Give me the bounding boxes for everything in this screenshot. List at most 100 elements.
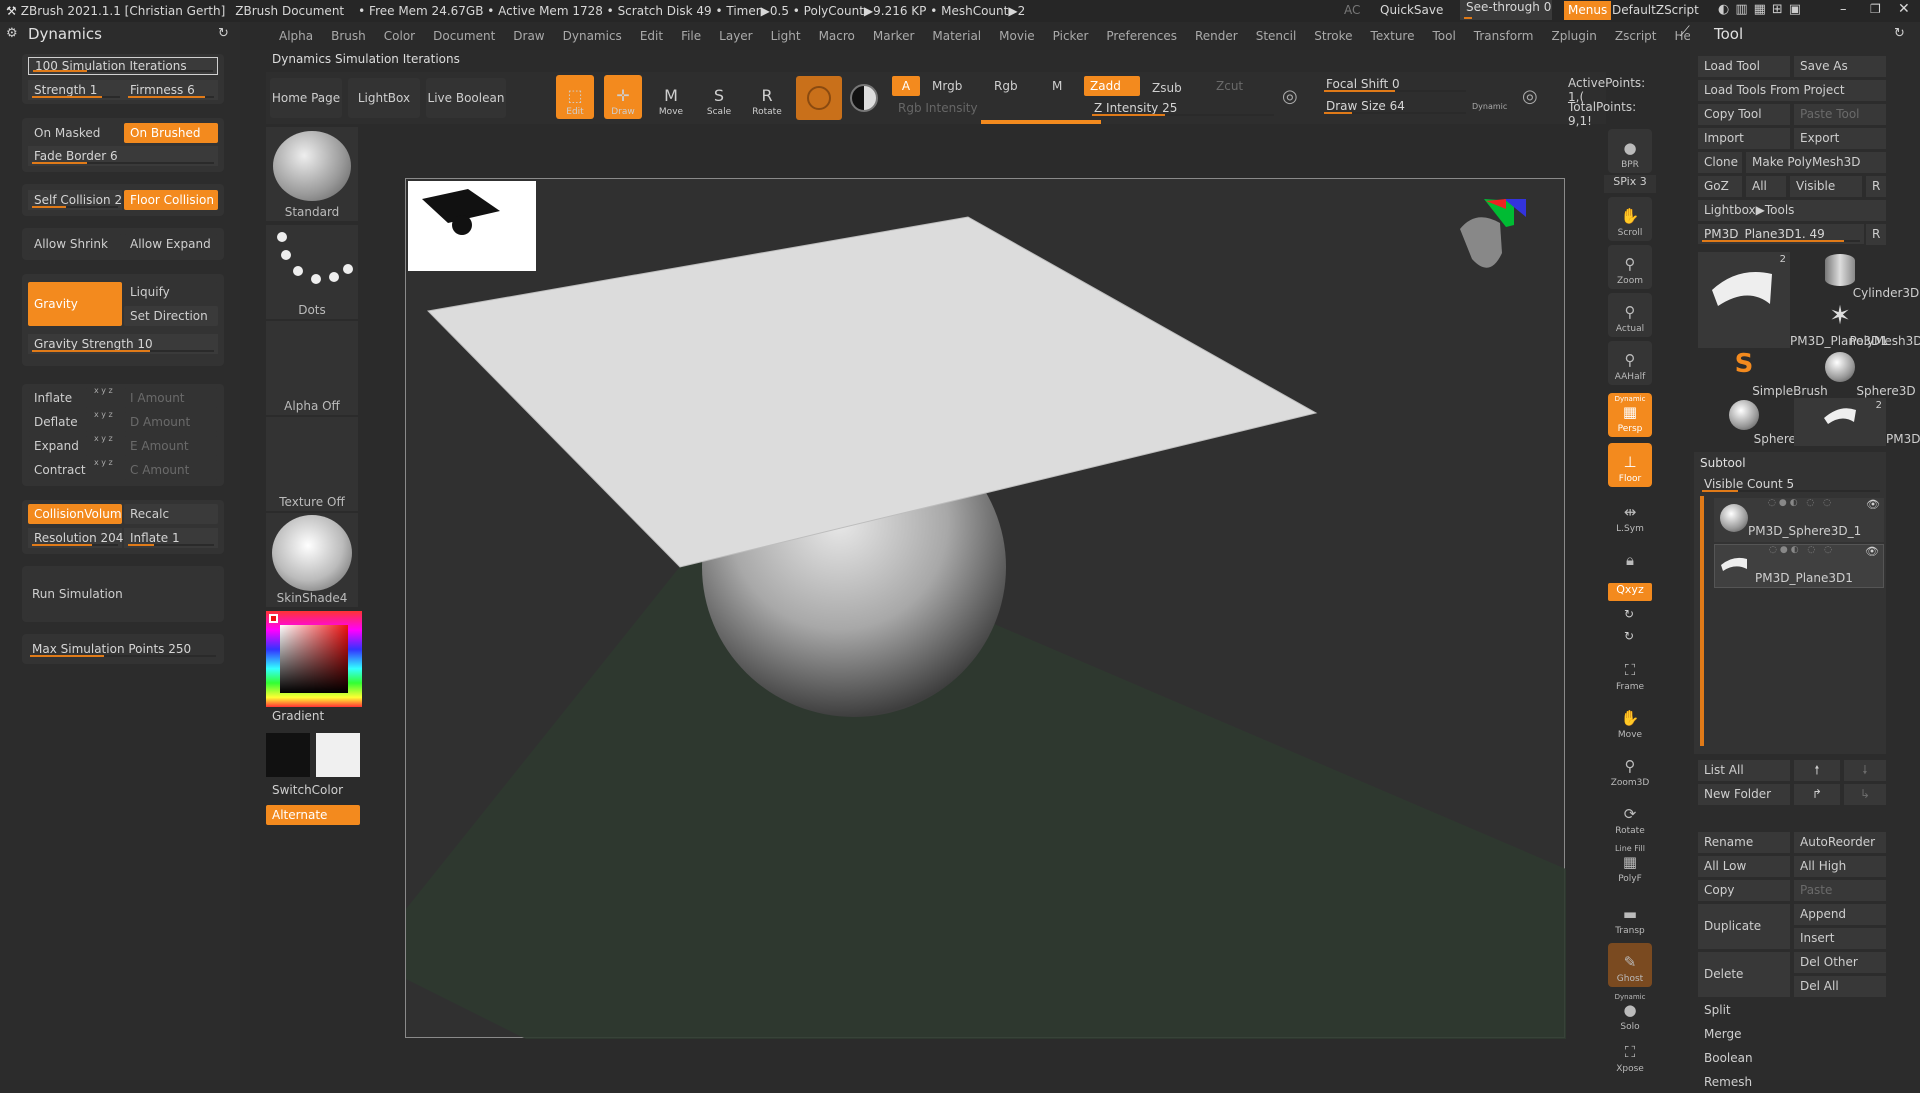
load-tools-from-project-button[interactable]: Load Tools From Project (1698, 80, 1886, 101)
floor-collision-button[interactable]: Floor Collision (124, 190, 218, 210)
lightbox-tools-button[interactable]: Lightbox▶Tools (1698, 200, 1886, 221)
boolean-section[interactable]: Boolean (1698, 1048, 1886, 1069)
visible-count-slider[interactable]: Visible Count 5 (1698, 474, 1884, 494)
load-tool-button[interactable]: Load Tool (1698, 56, 1790, 77)
zoom-button[interactable]: ⚲ Zoom (1608, 245, 1652, 289)
export-button[interactable]: Export (1794, 128, 1886, 149)
menu-document[interactable]: Document (424, 29, 504, 43)
refresh-icon[interactable]: ↻ (218, 26, 229, 41)
duplicate-button[interactable]: Duplicate (1698, 904, 1790, 949)
menu-draw[interactable]: Draw (504, 29, 553, 43)
ghost-button[interactable]: ✎ Ghost (1608, 943, 1652, 987)
switchcolor-button[interactable]: SwitchColor (272, 783, 343, 797)
allow-shrink-button[interactable]: Allow Shrink (28, 234, 122, 254)
menu-light[interactable]: Light (762, 29, 810, 43)
focal-shift-slider[interactable]: Focal Shift 0 (1320, 74, 1470, 94)
scale-mode-button[interactable]: S Scale (700, 75, 738, 119)
quicksave-button[interactable]: QuickSave (1380, 3, 1443, 17)
autoreorder-button[interactable]: AutoReorder (1794, 832, 1886, 853)
menu-layer[interactable]: Layer (710, 29, 761, 43)
floor-button[interactable]: ⊥ Floor (1608, 443, 1652, 487)
tool-refresh-icon[interactable]: ↻ (1894, 26, 1905, 41)
rotate-z-icon[interactable]: ↻ (1624, 629, 1634, 643)
rotate-view-button[interactable]: ⟳ Rotate (1608, 795, 1652, 839)
menu-preferences[interactable]: Preferences (1097, 29, 1186, 43)
brush-preview[interactable] (796, 76, 842, 120)
eye-icon[interactable]: 👁︎ (1866, 498, 1880, 511)
inflate-amount-slider[interactable]: Inflate 1 (124, 528, 218, 548)
live-boolean-button[interactable]: Live Boolean (426, 78, 506, 118)
default-zscript-button[interactable]: DefaultZScript (1612, 3, 1699, 17)
remesh-section[interactable]: Remesh (1698, 1072, 1886, 1093)
menu-stencil[interactable]: Stencil (1247, 29, 1306, 43)
e-amount-slider[interactable]: E Amount (124, 436, 218, 456)
redirect-down-icon[interactable]: ↳ (1844, 784, 1886, 805)
xpose-button[interactable]: ⛶ Xpose (1608, 1037, 1652, 1077)
transp-button[interactable]: ▬ Transp (1608, 895, 1652, 939)
menu-texture[interactable]: Texture (1362, 29, 1424, 43)
rename-button[interactable]: Rename (1698, 832, 1790, 853)
xyz-symmetry-button[interactable]: Qxyz (1608, 583, 1652, 601)
strength-slider[interactable]: Strength 1 (28, 80, 124, 100)
persp-button[interactable]: Dynamic ▦ Persp (1608, 393, 1652, 437)
menu-zscript[interactable]: Zscript (1606, 29, 1666, 43)
recalc-button[interactable]: Recalc (124, 504, 218, 524)
actual-button[interactable]: ⚲ Actual (1608, 293, 1652, 337)
lock-button[interactable]: 🔒︎ (1608, 539, 1652, 575)
liquify-button[interactable]: Liquify (124, 282, 218, 302)
tool-thumb-polymesh[interactable]: ✶ PolyMesh3D (1794, 302, 1920, 348)
gear-icon[interactable]: ⚙ (6, 26, 18, 41)
color-picker[interactable] (266, 611, 362, 707)
edit-mode-button[interactable]: ⬚ Edit (556, 75, 594, 119)
tool-thumb-simplebrush[interactable]: S SimpleBrush (1698, 350, 1828, 398)
contract-button[interactable]: Contract (28, 460, 88, 480)
fade-border-slider[interactable]: Fade Border 6 (28, 146, 218, 166)
dynamic-size-icon[interactable]: ◎ (1522, 86, 1538, 107)
copy-tool-button[interactable]: Copy Tool (1698, 104, 1790, 125)
polyf-button[interactable]: Line Fill ▦ PolyF (1608, 843, 1652, 887)
expand-button[interactable]: Expand (28, 436, 88, 456)
menu-tool[interactable]: Tool (1423, 29, 1464, 43)
deflate-button[interactable]: Deflate (28, 412, 88, 432)
alternate-button[interactable]: Alternate (266, 805, 360, 825)
menu-movie[interactable]: Movie (990, 29, 1044, 43)
subtool-item-sphere[interactable]: ◌●◐ ◌ ◌ 👁︎ PM3D_Sphere3D_1 (1714, 498, 1884, 542)
d-amount-slider[interactable]: D Amount (124, 412, 218, 432)
subtool-scrollbar[interactable] (1700, 496, 1704, 746)
self-collision-slider[interactable]: Self Collision 2 (28, 190, 122, 210)
save-as-button[interactable]: Save As (1794, 56, 1886, 77)
eye-icon-2[interactable]: 👁︎ (1865, 545, 1879, 558)
move-up-icon[interactable]: 🠕 (1794, 760, 1840, 781)
solo-button[interactable]: Dynamic ● Solo (1608, 991, 1652, 1035)
zadd-button[interactable]: Zadd (1084, 76, 1140, 96)
del-other-button[interactable]: Del Other (1794, 952, 1886, 973)
minimize-icon[interactable]: – (1840, 2, 1847, 17)
delete-button[interactable]: Delete (1698, 952, 1790, 997)
insert-button[interactable]: Insert (1794, 928, 1886, 949)
material-sphere-icon[interactable] (850, 84, 878, 112)
goz-visible-button[interactable]: Visible (1790, 176, 1862, 197)
current-tool-slider[interactable]: PM3D_Plane3D1. 49 (1698, 224, 1864, 244)
menu-material[interactable]: Material (923, 29, 990, 43)
draw-size-slider[interactable]: Draw Size 64 (1320, 96, 1470, 116)
split-section[interactable]: Split (1698, 1000, 1886, 1021)
menu-picker[interactable]: Picker (1044, 29, 1098, 43)
set-direction-button[interactable]: Set Direction (124, 306, 218, 326)
menu-transform[interactable]: Transform (1465, 29, 1543, 43)
new-folder-button[interactable]: New Folder (1698, 784, 1790, 805)
on-masked-button[interactable]: On Masked (28, 123, 122, 143)
draw-mode-button[interactable]: ✛ Draw (604, 75, 642, 119)
mrgb-button[interactable]: Mrgb (926, 76, 982, 96)
bpr-button[interactable]: ● BPR (1608, 129, 1652, 173)
paste-button[interactable]: Paste (1794, 880, 1886, 901)
menu-brush[interactable]: Brush (322, 29, 375, 43)
move-mode-button[interactable]: M Move (652, 75, 690, 119)
rotate-y-icon[interactable]: ↻ (1624, 607, 1634, 621)
frame-button[interactable]: ⛶ Frame (1608, 651, 1652, 695)
merge-section[interactable]: Merge (1698, 1024, 1886, 1045)
menu-zplugin[interactable]: Zplugin (1543, 29, 1606, 43)
spix-slider[interactable]: SPix 3 (1604, 175, 1656, 193)
gravity-strength-slider[interactable]: Gravity Strength 10 (28, 334, 218, 354)
see-through-slider[interactable]: See-through 0 (1460, 0, 1552, 20)
menu-color[interactable]: Color (375, 29, 424, 43)
